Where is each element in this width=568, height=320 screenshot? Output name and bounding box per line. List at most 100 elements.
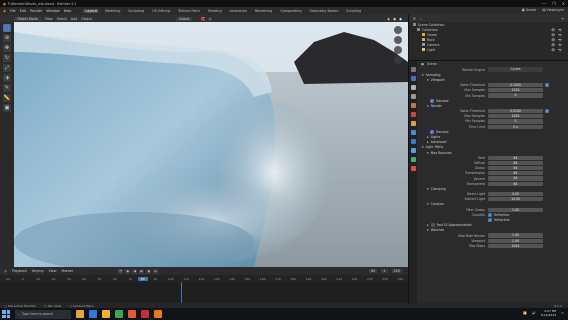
add-cube-icon[interactable]: ▣ (3, 104, 11, 112)
timeline-menu-keying[interactable]: Keying (32, 269, 43, 273)
viewport-menu-view[interactable]: View (45, 17, 53, 21)
notifications-icon[interactable]: ▭ (561, 311, 564, 315)
viewport-menu-object[interactable]: Object (81, 17, 92, 21)
eye-icon[interactable]: 👁 (551, 43, 555, 47)
windows-start-icon[interactable] (2, 310, 10, 318)
eye-icon[interactable]: 👁 (551, 28, 555, 32)
prev-key-icon[interactable]: ◆ (125, 268, 131, 274)
enable-checkbox[interactable]: ✓ (545, 109, 549, 114)
end-frame-field[interactable]: 250 (391, 269, 402, 273)
property-value-field[interactable]: 1024 (488, 88, 543, 93)
orientation-dropdown[interactable]: Global (175, 16, 193, 21)
property-value-field[interactable]: 64 (488, 176, 543, 181)
jump-start-icon[interactable]: ⏮ (118, 268, 124, 274)
refractive-checkbox[interactable]: ✓ (488, 218, 492, 223)
eye-icon[interactable]: 👁 (551, 48, 555, 52)
workspace-tab-geometry-nodes[interactable]: Geometry Nodes (308, 9, 341, 13)
reflective-checkbox[interactable]: ✓ (488, 212, 492, 217)
rotate-icon[interactable]: ↻ (3, 54, 11, 62)
edge-browser-icon[interactable] (89, 310, 97, 318)
playhead[interactable] (181, 282, 182, 304)
workspace-tab-modeling[interactable]: Modeling (103, 9, 122, 13)
enable-checkbox[interactable]: ✓ (545, 83, 549, 88)
store-icon[interactable] (102, 310, 110, 318)
rendered-shading-icon[interactable]: ◉ (399, 17, 402, 21)
property-value-field[interactable]: 1024 (488, 114, 543, 119)
constraints-tab-icon[interactable] (410, 148, 416, 153)
blender-menu-icon[interactable]: ◉ (3, 9, 6, 13)
render-tab-icon[interactable] (410, 76, 416, 81)
camera-render-icon[interactable]: 📷 (558, 43, 562, 47)
timeline-body[interactable] (0, 282, 408, 304)
world-tab-icon[interactable] (410, 112, 416, 117)
menu-help[interactable]: Help (64, 9, 72, 13)
blender-taskbar-icon[interactable] (154, 310, 162, 318)
opera-icon[interactable] (141, 310, 149, 318)
property-value-field[interactable]: 0 s (488, 124, 543, 129)
workspace-tab-rendering[interactable]: Rendering (253, 9, 274, 13)
file-explorer-icon[interactable] (76, 310, 84, 318)
snap-icon[interactable]: 🧲 (200, 17, 204, 21)
timeline-editor-icon[interactable]: ◷ (4, 269, 7, 273)
workspace-tab-compositing[interactable]: Compositing (278, 9, 303, 13)
zoom-icon[interactable] (394, 26, 402, 34)
ortho-grid-icon[interactable] (394, 56, 402, 64)
tool-tab-icon[interactable] (410, 67, 416, 72)
menu-file[interactable]: File (10, 9, 16, 13)
camera-render-icon[interactable]: 📷 (558, 38, 562, 42)
play-icon[interactable]: ▶ (139, 268, 145, 274)
material-tab-icon[interactable] (410, 166, 416, 171)
viewport-menu-select[interactable]: Select (57, 17, 67, 21)
workspace-tab-scripting[interactable]: Scripting (344, 9, 363, 13)
output-tab-icon[interactable] (410, 85, 416, 90)
camera-view-icon[interactable] (394, 46, 402, 54)
workspace-tab-uv-editing[interactable]: UV Editing (150, 9, 172, 13)
menu-window[interactable]: Window (46, 9, 59, 13)
fast-gi-checkbox[interactable] (430, 223, 435, 228)
pan-hand-icon[interactable] (394, 36, 402, 44)
property-value-field[interactable]: 0.0100 (488, 108, 543, 114)
close-button[interactable]: ✕ (562, 1, 565, 6)
property-value-field[interactable]: 64 (488, 166, 543, 171)
spotify-icon[interactable] (115, 310, 123, 318)
cursor-icon[interactable]: ⊕ (3, 34, 11, 42)
move-icon[interactable]: ✥ (3, 44, 11, 52)
solid-shading-icon[interactable]: ● (393, 17, 396, 21)
scene-selector[interactable]: ▣ Scene (522, 8, 537, 12)
timeline-menu-marker[interactable]: Marker (62, 269, 74, 273)
checkbox[interactable]: ✓ (430, 98, 434, 103)
property-value-field[interactable]: 0 (488, 93, 543, 98)
next-key-icon[interactable]: ◆ (146, 268, 152, 274)
property-value-field[interactable]: 1.00 (488, 238, 543, 243)
3d-viewport[interactable] (14, 22, 408, 267)
eye-icon[interactable]: 👁 (551, 38, 555, 42)
mode-dropdown[interactable]: Object Mode (14, 16, 41, 21)
filter-icon[interactable]: ⏷ (561, 17, 564, 21)
property-value-field[interactable]: 0.00 (488, 191, 543, 197)
outliner-item[interactable]: Light 👁 📷 (409, 47, 568, 52)
timeline-menu-view[interactable]: View (49, 269, 57, 273)
timeline-ruler[interactable]: -10 0 10 20 30 40 50 60 70 80 90 100 110 120 130 140 150… (0, 275, 408, 282)
play-reverse-icon[interactable]: ◀ (132, 268, 138, 274)
object-tab-icon[interactable] (410, 121, 416, 126)
view-layer-selector[interactable]: ▤ ViewLayer (542, 8, 564, 12)
menu-render[interactable]: Render (30, 9, 42, 13)
maximize-button[interactable]: ❐ (552, 1, 556, 6)
view-layer-tab-icon[interactable] (410, 94, 416, 99)
property-value-field[interactable]: 1.00 (488, 207, 543, 212)
workspace-tab-animation[interactable]: Animation (228, 9, 249, 13)
property-value-field[interactable]: 0.1000 (488, 83, 543, 88)
viewport-menu-add[interactable]: Add (71, 17, 77, 21)
menu-edit[interactable]: Edit (20, 9, 27, 13)
scene-tab-icon[interactable] (410, 103, 416, 108)
start-frame-field[interactable]: 1 (381, 269, 388, 273)
overlay-icon[interactable]: ◐ (387, 17, 390, 21)
network-icon[interactable]: 📶 (523, 311, 527, 315)
workspace-tab-layout[interactable]: Layout (83, 9, 99, 13)
current-frame-field[interactable]: 80 (369, 269, 378, 273)
jump-end-icon[interactable]: ⏭ (153, 268, 159, 274)
property-value-field[interactable]: 10.00 (488, 197, 543, 202)
minimize-button[interactable]: — (542, 1, 546, 6)
render-engine-dropdown[interactable]: Cycles (488, 67, 543, 72)
property-value-field[interactable]: 64 (488, 181, 543, 186)
